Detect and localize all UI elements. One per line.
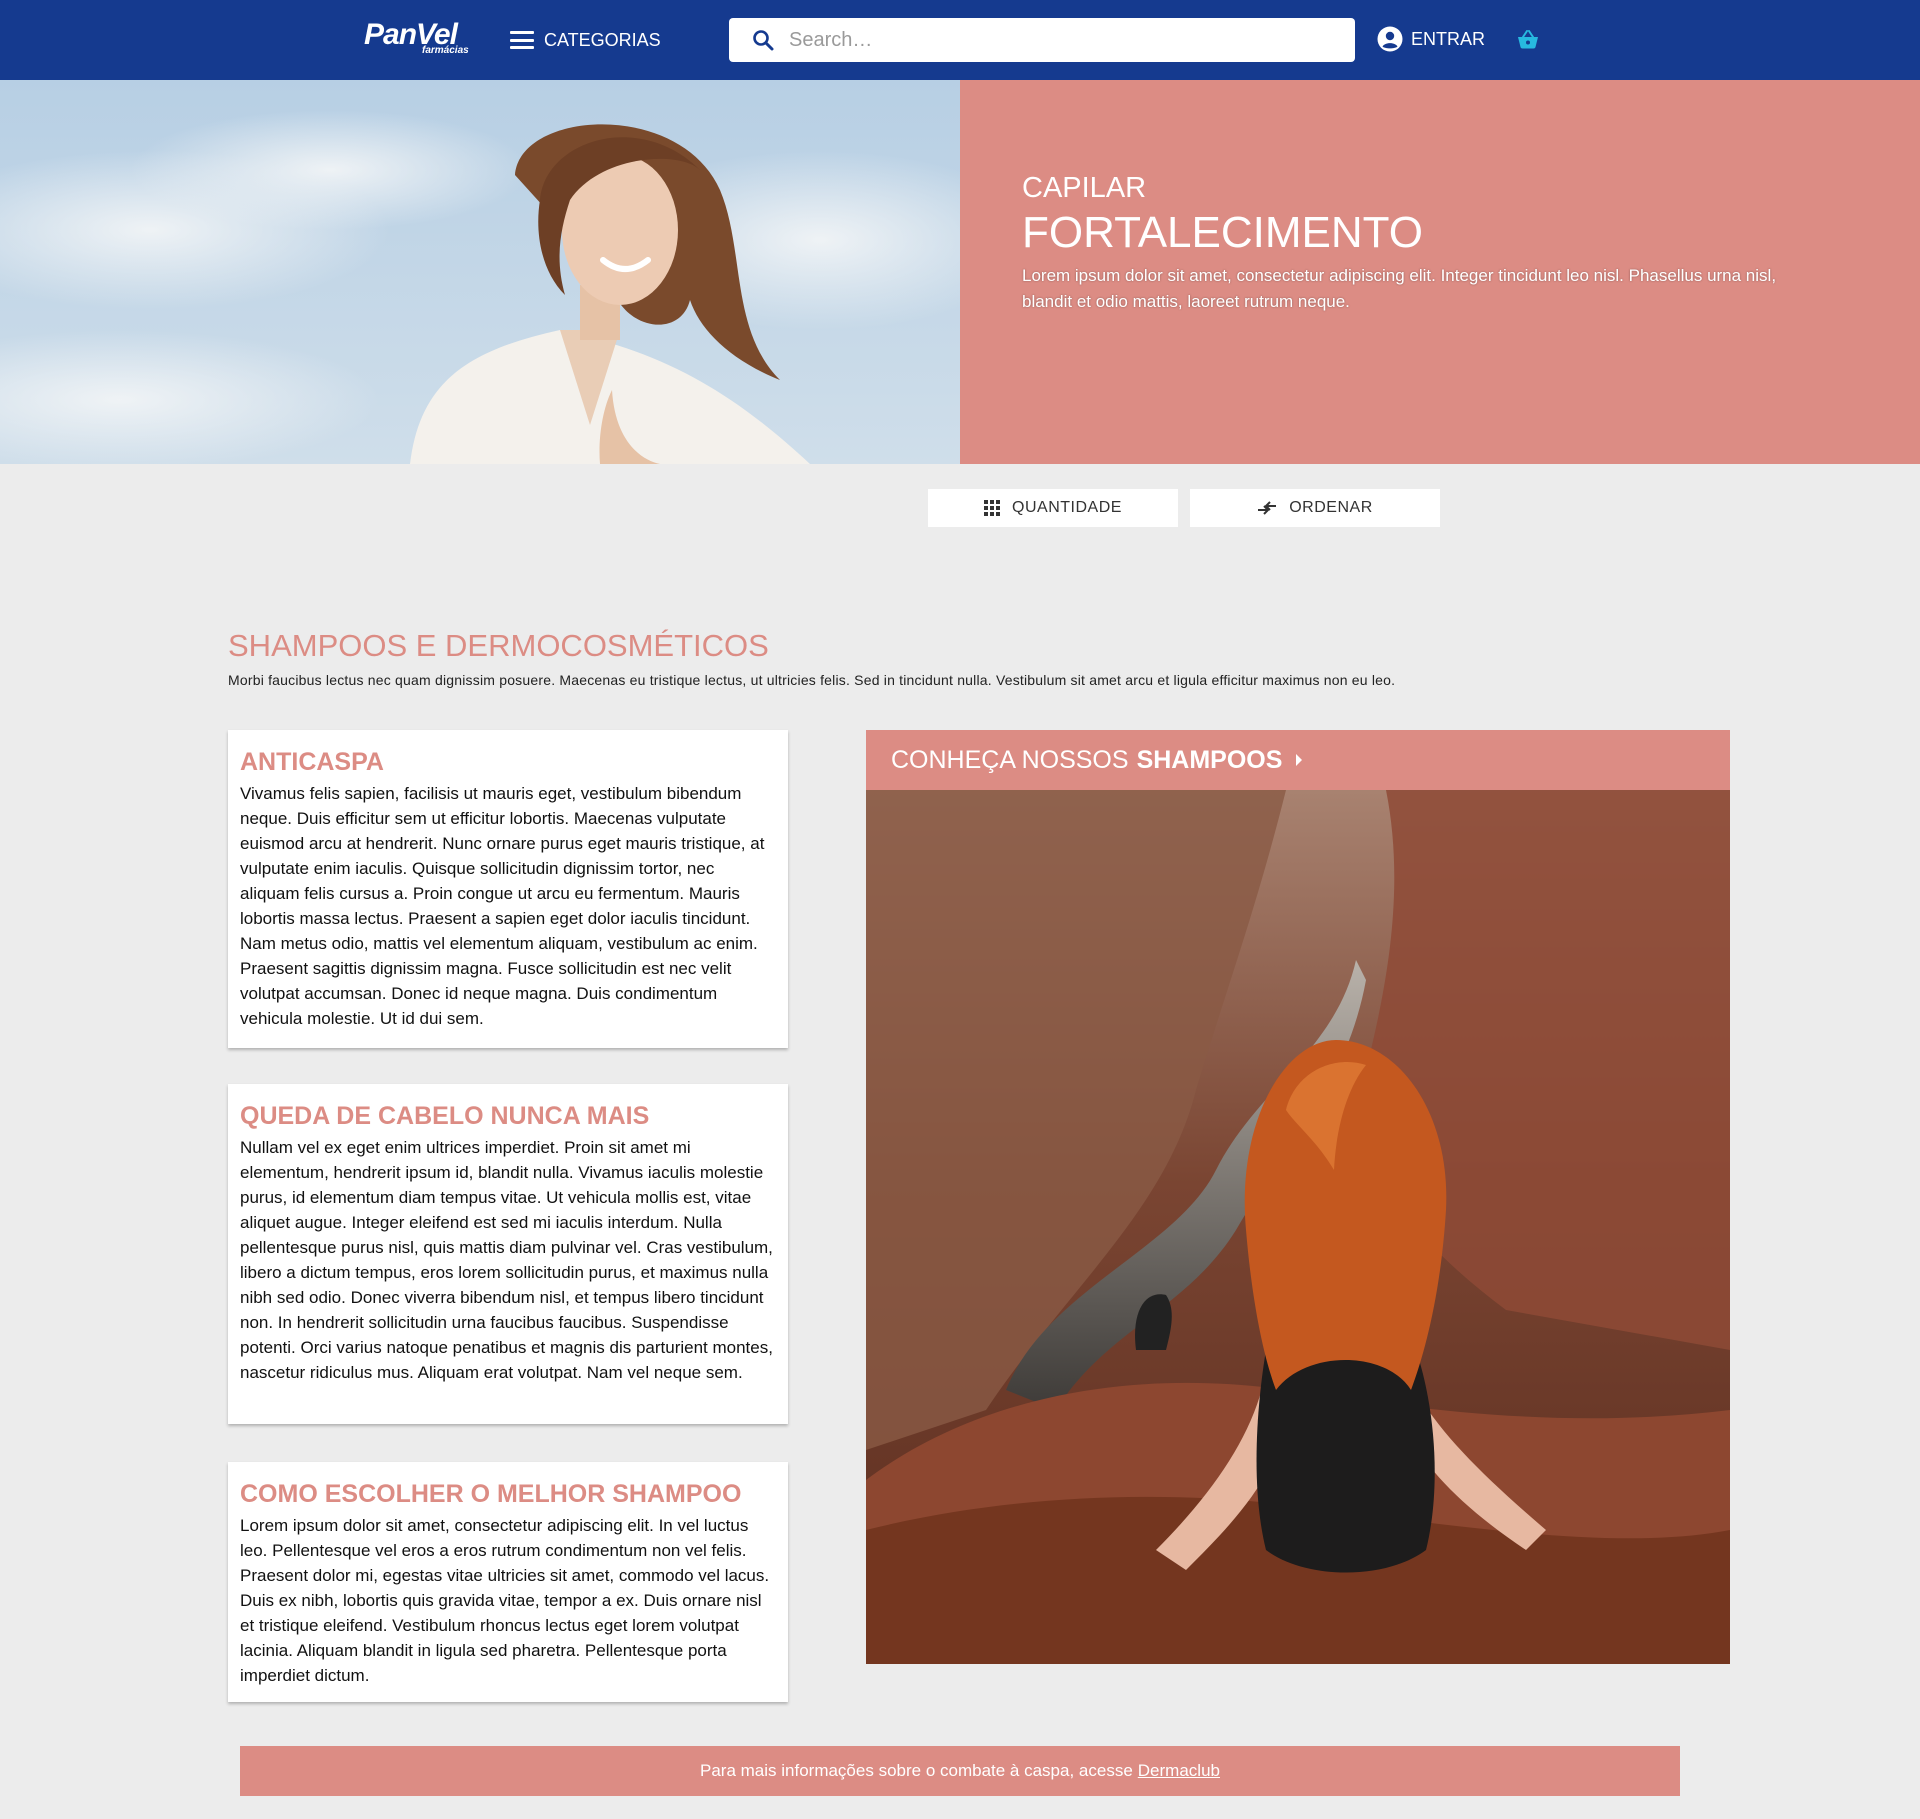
hero-title: FORTALECIMENTO bbox=[1022, 208, 1423, 257]
hero-photo bbox=[0, 80, 960, 464]
shampoo-promo-link[interactable]: CONHEÇA NOSSOS SHAMPOOS bbox=[866, 730, 1730, 790]
article-title: ANTICASPA bbox=[240, 748, 384, 776]
caret-right-icon bbox=[1296, 754, 1303, 766]
section-description: Morbi faucibus lectus nec quam dignissim… bbox=[228, 672, 1396, 688]
article-card: COMO ESCOLHER O MELHOR SHAMPOO Lorem ips… bbox=[228, 1462, 788, 1702]
hero-kicker: CAPILAR bbox=[1022, 172, 1147, 204]
top-header: PanVel farmácias CATEGORIAS ENTRAR bbox=[0, 0, 1920, 80]
logo-subtitle: farmácias bbox=[422, 45, 469, 56]
quantity-label: QUANTIDADE bbox=[1012, 499, 1122, 516]
account-icon bbox=[1377, 26, 1403, 52]
login-label: ENTRAR bbox=[1411, 28, 1486, 49]
basket-icon[interactable] bbox=[1516, 28, 1540, 52]
article-text: Lorem ipsum dolor sit amet, consectetur … bbox=[240, 1516, 770, 1685]
info-banner-text: Para mais informações sobre o combate à … bbox=[700, 1761, 1133, 1780]
menu-icon bbox=[510, 31, 534, 49]
hero-text: Lorem ipsum dolor sit amet, consectetur … bbox=[1022, 266, 1777, 311]
section-title: SHAMPOOS E DERMOCOSMÉTICOS bbox=[228, 628, 769, 663]
categories-button[interactable]: CATEGORIAS bbox=[510, 22, 661, 58]
promo-highlight: SHAMPOOS bbox=[1136, 745, 1283, 774]
grid-icon bbox=[984, 500, 1001, 516]
search-icon[interactable] bbox=[751, 28, 775, 52]
article-title: COMO ESCOLHER O MELHOR SHAMPOO bbox=[240, 1480, 742, 1508]
hero-image bbox=[0, 80, 960, 464]
promo-image bbox=[866, 790, 1730, 1664]
article-card: ANTICASPA Vivamus felis sapien, facilisi… bbox=[228, 730, 788, 1048]
promo-prefix: CONHEÇA NOSSOS bbox=[891, 745, 1129, 774]
article-title: QUEDA DE CABELO NUNCA MAIS bbox=[240, 1102, 650, 1130]
order-label: ORDENAR bbox=[1289, 499, 1373, 516]
article-text: Vivamus felis sapien, facilisis ut mauri… bbox=[240, 784, 765, 1028]
hero-panel: CAPILAR FORTALECIMENTO Lorem ipsum dolor… bbox=[960, 80, 1920, 464]
login-button[interactable]: ENTRAR bbox=[1377, 26, 1485, 52]
shampoo-promo: CONHEÇA NOSSOS SHAMPOOS bbox=[866, 730, 1730, 1664]
search-bar bbox=[729, 18, 1355, 62]
categories-label: CATEGORIAS bbox=[544, 29, 661, 50]
sort-arrows-icon bbox=[1258, 501, 1277, 515]
canyon-photo bbox=[866, 790, 1730, 1664]
order-button[interactable]: ORDENAR bbox=[1190, 489, 1440, 527]
panvel-logo[interactable]: PanVel farmácias bbox=[364, 18, 490, 58]
search-input[interactable] bbox=[789, 18, 1339, 62]
article-card: QUEDA DE CABELO NUNCA MAIS Nullam vel ex… bbox=[228, 1084, 788, 1424]
quantity-button[interactable]: QUANTIDADE bbox=[928, 489, 1178, 527]
dermaclub-link[interactable]: Dermaclub bbox=[1138, 1761, 1220, 1781]
article-text: Nullam vel ex eget enim ultrices imperdi… bbox=[240, 1138, 773, 1382]
info-banner: Para mais informações sobre o combate à … bbox=[240, 1746, 1680, 1796]
